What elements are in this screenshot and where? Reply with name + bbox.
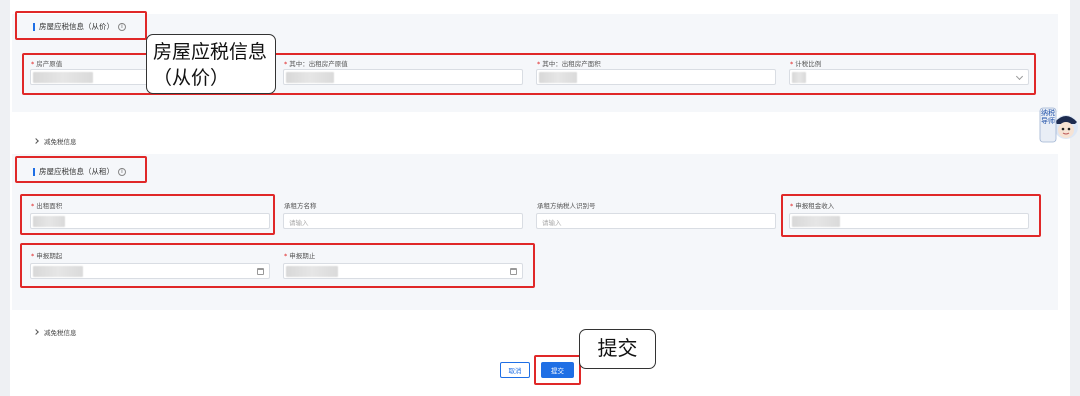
lessee-name-label: 承租方名称 (284, 202, 317, 210)
callout-from-value: 房屋应税信息（从价） (146, 34, 276, 94)
cancel-button[interactable]: 取消 (500, 362, 530, 378)
highlight-period-fields (20, 243, 535, 288)
highlight-rent-income (781, 194, 1041, 237)
highlight-rental-area (20, 194, 275, 235)
relief-info-toggle-1[interactable]: 减免税信息 (33, 136, 77, 146)
tax-assistant-mascot-icon[interactable]: 纳税导师 (1038, 106, 1080, 146)
chevron-right-icon (33, 138, 39, 144)
lessee-taxid-label: 承租方纳税人识别号 (537, 202, 596, 210)
highlight-section-from-rent-title (15, 156, 147, 183)
lessee-name-input[interactable]: 请输入 (283, 213, 523, 229)
lessee-taxid-input[interactable]: 请输入 (536, 213, 776, 229)
relief-info-toggle-2[interactable]: 减免税信息 (33, 327, 77, 337)
callout-from-value-text: 房屋应税信息（从价） (153, 41, 268, 89)
highlight-submit (534, 355, 581, 385)
callout-submit-text: 提交 (597, 336, 638, 360)
relief-info-label-1: 减免税信息 (44, 138, 77, 146)
highlight-section-from-value-title (15, 11, 147, 40)
mascot-label: 纳税导师 (1041, 109, 1055, 125)
callout-submit: 提交 (579, 329, 656, 369)
relief-info-label-2: 减免税信息 (44, 329, 77, 337)
chevron-right-icon (33, 329, 39, 335)
